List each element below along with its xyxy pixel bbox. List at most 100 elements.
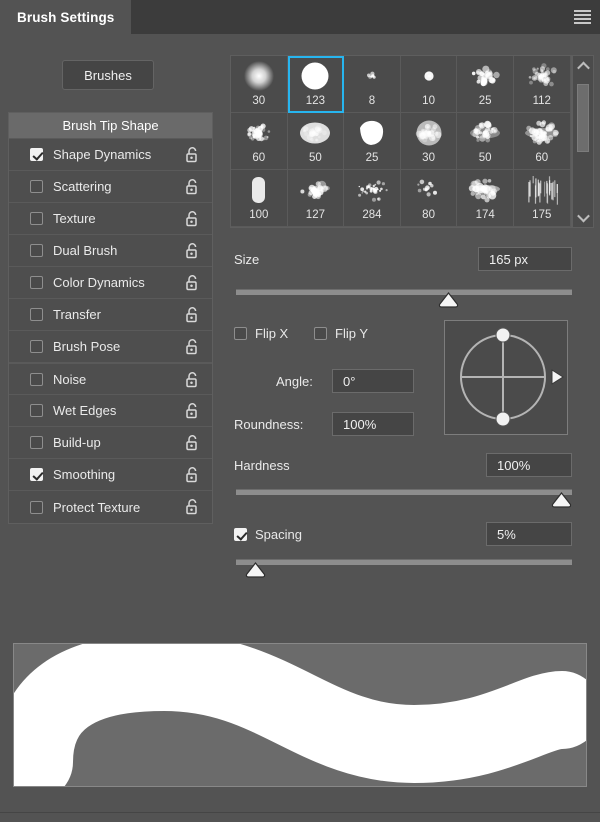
option-checkbox[interactable] xyxy=(30,404,43,417)
sidebar-item-wet-edges[interactable]: Wet Edges xyxy=(9,395,212,427)
brush-preset-cell[interactable] xyxy=(457,227,514,228)
sidebar-item-label: Transfer xyxy=(53,307,101,322)
brush-grid-scrollbar[interactable] xyxy=(572,55,594,228)
brush-thumbnail-icon xyxy=(350,172,394,208)
sidebar-item-smoothing[interactable]: Smoothing xyxy=(9,459,212,491)
menu-line xyxy=(574,18,591,20)
roundness-value-field[interactable]: 100% xyxy=(332,412,414,436)
unlocked-padlock-icon[interactable] xyxy=(185,242,200,259)
brush-preset-cell[interactable] xyxy=(344,227,401,228)
unlocked-padlock-icon[interactable] xyxy=(185,371,200,388)
sidebar-item-dual-brush[interactable]: Dual Brush xyxy=(9,235,212,267)
chevron-down-icon[interactable] xyxy=(573,209,593,225)
unlocked-padlock-icon[interactable] xyxy=(185,402,200,419)
unlocked-padlock-icon[interactable] xyxy=(185,146,200,163)
flip-y-checkbox[interactable]: Flip Y xyxy=(314,326,368,341)
brush-preset-cell[interactable] xyxy=(231,227,288,228)
angle-value-field[interactable]: 0° xyxy=(332,369,414,393)
unlocked-padlock-icon[interactable] xyxy=(185,338,200,355)
unlocked-padlock-icon[interactable] xyxy=(185,306,200,323)
brush-preset-cell[interactable]: 80 xyxy=(400,170,458,227)
option-checkbox[interactable] xyxy=(30,436,43,449)
hardness-value-field[interactable]: 100% xyxy=(486,453,572,477)
brush-preset-cell[interactable]: 127 xyxy=(287,170,345,227)
option-checkbox[interactable] xyxy=(30,180,43,193)
sidebar-item-color-dynamics[interactable]: Color Dynamics xyxy=(9,267,212,299)
spacing-value-field[interactable]: 5% xyxy=(486,522,572,546)
option-checkbox[interactable] xyxy=(30,372,43,386)
chevron-up-icon[interactable] xyxy=(573,58,593,74)
brush-preset-cell[interactable]: 30 xyxy=(400,113,458,170)
sidebar-item-shape-dynamics[interactable]: Shape Dynamics xyxy=(9,139,212,171)
sidebar-item-brush-pose[interactable]: Brush Pose xyxy=(9,331,212,363)
spacing-checkbox[interactable]: Spacing xyxy=(234,527,302,542)
unlocked-padlock-icon[interactable] xyxy=(185,178,200,195)
spacing-checkbox-box[interactable] xyxy=(234,528,247,541)
brush-preset-cell[interactable]: 60 xyxy=(513,113,571,170)
brush-stroke-preview xyxy=(13,643,587,787)
sidebar-item-scattering[interactable]: Scattering xyxy=(9,171,212,203)
brush-preset-cell[interactable]: 112 xyxy=(513,56,571,113)
brush-preset-size: 284 xyxy=(362,209,382,221)
brush-preset-cell[interactable]: 8 xyxy=(344,56,401,113)
option-checkbox[interactable] xyxy=(30,212,43,225)
brush-preset-cell[interactable]: 123 xyxy=(287,56,345,113)
unlocked-padlock-icon[interactable] xyxy=(185,466,200,483)
sidebar-item-build-up[interactable]: Build-up xyxy=(9,427,212,459)
spacing-slider-track[interactable] xyxy=(236,559,572,565)
brush-preset-cell[interactable]: 30 xyxy=(231,56,288,113)
brush-preset-cell[interactable] xyxy=(514,227,571,228)
brush-preset-cell[interactable]: 284 xyxy=(344,170,401,227)
scrollbar-thumb[interactable] xyxy=(577,83,589,152)
flip-x-checkbox-box[interactable] xyxy=(234,327,247,340)
hardness-slider-track[interactable] xyxy=(236,489,572,495)
option-checkbox[interactable] xyxy=(30,308,43,321)
brush-thumbnail-icon xyxy=(520,115,564,151)
flip-y-checkbox-box[interactable] xyxy=(314,327,327,340)
tab-brush-settings[interactable]: Brush Settings xyxy=(0,0,132,34)
flip-x-checkbox[interactable]: Flip X xyxy=(234,326,288,341)
brush-preset-cell[interactable]: 60 xyxy=(231,113,288,170)
brush-preset-size: 50 xyxy=(308,152,322,164)
size-slider-track[interactable] xyxy=(236,289,572,295)
angle-roundness-dial[interactable] xyxy=(444,320,568,435)
brush-preset-size: 50 xyxy=(478,152,492,164)
size-slider-thumb[interactable] xyxy=(438,292,459,308)
hamburger-menu-icon[interactable] xyxy=(574,10,591,24)
size-value-field[interactable]: 165 px xyxy=(478,247,572,271)
brush-preset-cell[interactable] xyxy=(401,227,458,228)
unlocked-padlock-icon[interactable] xyxy=(185,274,200,291)
brush-preset-cell[interactable] xyxy=(288,227,345,228)
brush-preset-cell[interactable]: 174 xyxy=(457,170,514,227)
brush-preset-size: 10 xyxy=(422,95,435,107)
brushes-button[interactable]: Brushes xyxy=(62,60,154,90)
option-checkbox[interactable] xyxy=(30,148,43,161)
sidebar-item-label: Color Dynamics xyxy=(53,275,145,290)
unlocked-padlock-icon[interactable] xyxy=(185,498,200,515)
brush-preset-cell[interactable]: 100 xyxy=(231,170,288,227)
unlocked-padlock-icon[interactable] xyxy=(185,210,200,227)
sidebar-item-noise[interactable]: Noise xyxy=(9,363,212,395)
sidebar-item-label: Dual Brush xyxy=(53,243,118,258)
option-checkbox[interactable] xyxy=(30,340,43,353)
sidebar-item-texture[interactable]: Texture xyxy=(9,203,212,235)
option-checkbox[interactable] xyxy=(30,244,43,257)
unlocked-padlock-icon[interactable] xyxy=(185,434,200,451)
brush-preset-cell[interactable]: 10 xyxy=(400,56,458,113)
option-checkbox[interactable] xyxy=(30,500,43,514)
option-checkbox[interactable] xyxy=(30,276,43,289)
brush-tip-shape-label: Brush Tip Shape xyxy=(62,118,159,133)
sidebar-item-transfer[interactable]: Transfer xyxy=(9,299,212,331)
brush-thumbnail-icon xyxy=(520,58,564,94)
brush-preset-cell[interactable]: 50 xyxy=(287,113,345,170)
brush-preset-cell[interactable]: 25 xyxy=(457,56,514,113)
brush-preset-grid[interactable]: 30 123 8 10 25 112 60 50 25 30 50 60 100 127 284 80 174 1… xyxy=(230,55,572,228)
brush-preset-cell[interactable]: 50 xyxy=(457,113,514,170)
sidebar-item-brush-tip-shape[interactable]: Brush Tip Shape xyxy=(9,113,212,139)
hardness-slider-thumb[interactable] xyxy=(551,492,572,508)
brush-preset-cell[interactable]: 25 xyxy=(344,113,401,170)
spacing-slider-thumb[interactable] xyxy=(245,562,266,578)
sidebar-item-protect-texture[interactable]: Protect Texture xyxy=(9,491,212,523)
brush-preset-cell[interactable]: 175 xyxy=(513,170,571,227)
option-checkbox[interactable] xyxy=(30,468,43,481)
